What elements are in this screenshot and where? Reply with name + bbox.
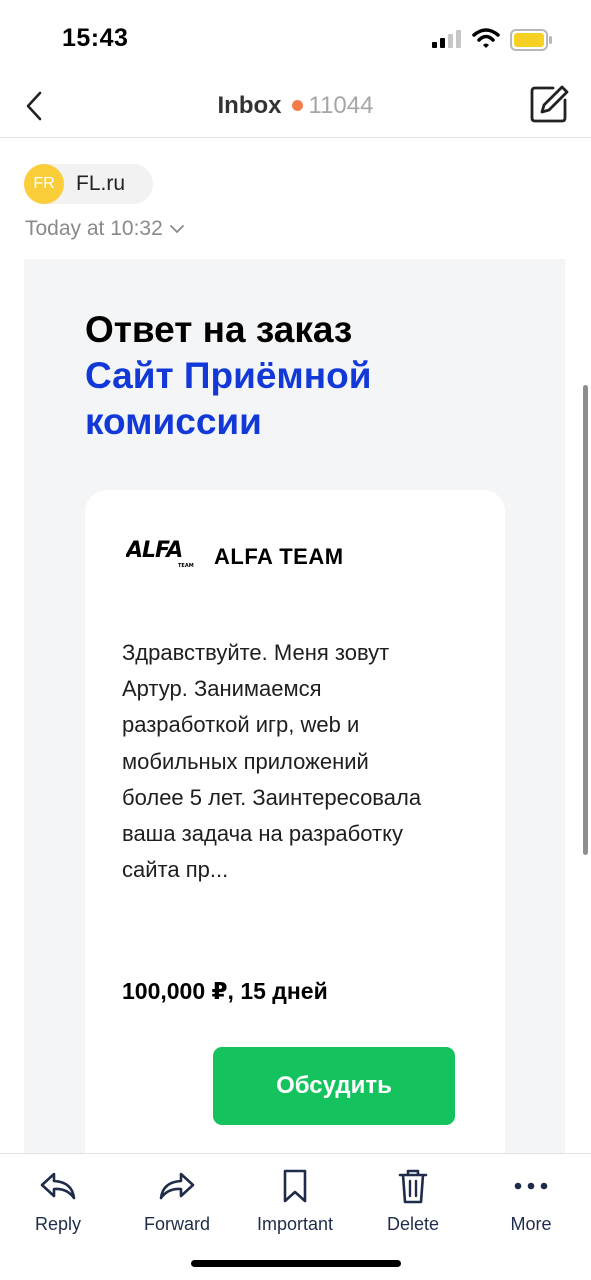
more-dots-icon [514, 1182, 548, 1190]
svg-text:TEAM: TEAM [178, 563, 194, 569]
discuss-button[interactable]: Обсудить [213, 1047, 455, 1125]
trash-icon [398, 1169, 428, 1204]
more-button[interactable]: More [476, 1168, 586, 1235]
forward-label: Forward [143, 1214, 210, 1234]
wifi-icon [472, 28, 500, 48]
reply-label: Reply [34, 1214, 82, 1234]
sender-chip[interactable]: FR FL.ru [24, 164, 153, 204]
home-indicator[interactable] [191, 1260, 401, 1267]
email-body: Ответ на заказ Сайт Приёмной комиссии AL… [24, 259, 565, 1190]
nav-title: Inbox 11044 [0, 92, 591, 120]
alfa-team-logo: ALFA TEAM [126, 538, 194, 569]
proposal-price: 100,000 ₽, 15 дней [122, 978, 328, 1004]
email-heading: Ответ на заказ Сайт Приёмной комиссии [85, 307, 505, 445]
battery-icon [510, 29, 552, 51]
reply-button[interactable]: Reply [3, 1168, 113, 1235]
more-label: More [510, 1214, 552, 1234]
important-button[interactable]: Important [240, 1168, 350, 1235]
cellular-signal-icon [432, 30, 461, 48]
inbox-label: Inbox [217, 92, 282, 119]
avatar: FR [24, 164, 64, 204]
delete-label: Delete [386, 1214, 440, 1234]
compose-icon[interactable] [529, 84, 569, 124]
status-time: 15:43 [62, 24, 129, 52]
forward-button[interactable]: Forward [122, 1168, 232, 1235]
company-name: ALFA TEAM [214, 544, 344, 569]
forward-icon [159, 1172, 195, 1200]
chevron-down-icon [169, 225, 184, 233]
proposal-card: ALFA TEAM ALFA TEAM Здравствуйте. Меня з… [85, 490, 505, 1190]
scrollbar[interactable] [583, 385, 588, 855]
date-toggle[interactable]: Today at 10:32 [25, 217, 185, 241]
bookmark-icon [283, 1169, 307, 1203]
unread-dot [291, 99, 303, 111]
project-link[interactable]: Сайт Приёмной комиссии [85, 353, 505, 445]
proposal-message: Здравствуйте. Меня зовут Артур. Занимаем… [122, 640, 422, 883]
status-bar: 15:43 [0, 0, 591, 80]
svg-text:ALFA: ALFA [126, 538, 182, 563]
sender-name: FL.ru [76, 172, 126, 195]
heading-title: Ответ на заказ [85, 309, 353, 350]
nav-bar: Inbox 11044 [0, 80, 591, 138]
important-label: Important [256, 1214, 334, 1234]
delete-button[interactable]: Delete [358, 1168, 468, 1235]
email-date: Today at 10:32 [25, 217, 163, 240]
unread-count: 11044 [308, 92, 374, 119]
reply-icon [40, 1172, 76, 1200]
